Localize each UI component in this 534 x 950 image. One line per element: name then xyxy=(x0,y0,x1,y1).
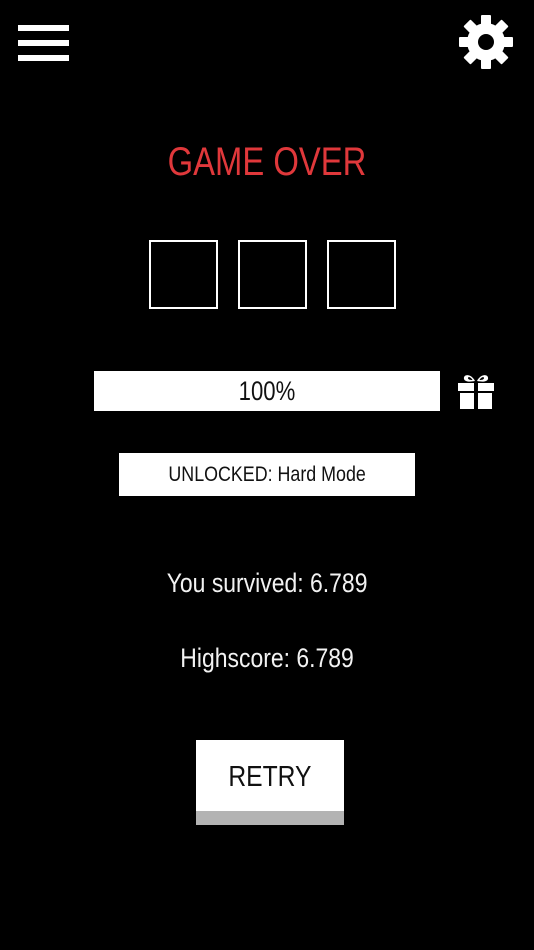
settings-button[interactable] xyxy=(458,14,514,70)
item-slot-3 xyxy=(327,240,396,309)
unlocked-banner: UNLOCKED: Hard Mode xyxy=(119,453,415,496)
menu-button[interactable] xyxy=(18,24,70,64)
hamburger-menu-icon xyxy=(18,24,70,64)
item-slot-1 xyxy=(149,240,218,309)
highscore: Highscore: 6.789 xyxy=(0,641,534,675)
gift-button[interactable] xyxy=(457,372,495,410)
survived-score: You survived: 6.789 xyxy=(0,566,534,600)
progress-bar: 100% xyxy=(94,371,440,411)
game-over-title: GAME OVER xyxy=(48,138,486,186)
retry-label: RETRY xyxy=(228,761,312,793)
progress-label: 100% xyxy=(238,376,296,406)
gear-icon xyxy=(459,15,513,69)
retry-button[interactable]: RETRY xyxy=(196,740,344,825)
survived-score-text: You survived: 6.789 xyxy=(166,568,368,598)
gift-icon xyxy=(458,375,494,409)
highscore-text: Highscore: 6.789 xyxy=(180,643,354,673)
item-slot-2 xyxy=(238,240,307,309)
game-over-title-text: GAME OVER xyxy=(167,140,367,184)
unlocked-text: UNLOCKED: Hard Mode xyxy=(168,463,366,486)
